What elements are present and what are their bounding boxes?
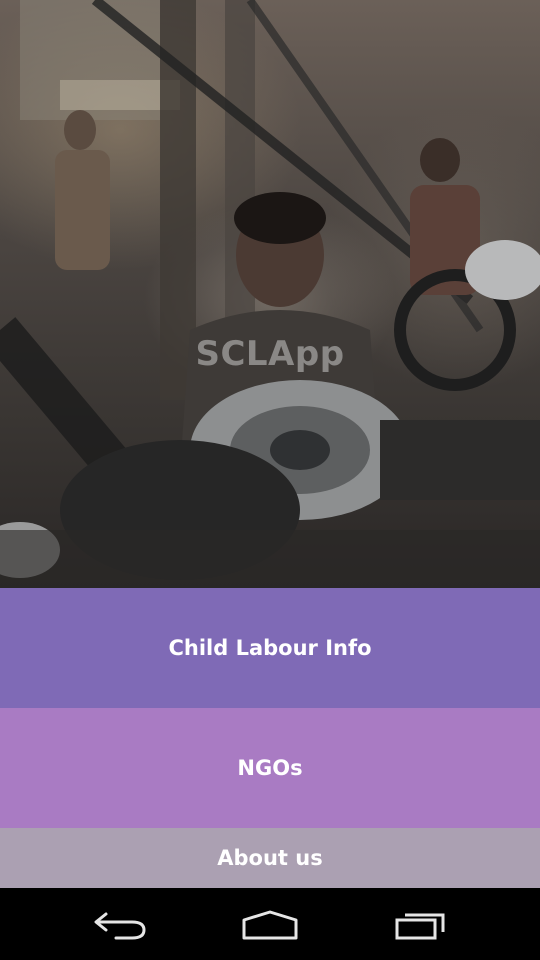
about-us-label: About us — [217, 846, 323, 870]
ngos-button[interactable]: NGOs — [0, 708, 540, 828]
recent-apps-icon[interactable] — [393, 908, 451, 942]
about-us-button[interactable]: About us — [0, 828, 540, 888]
back-icon[interactable] — [92, 908, 148, 942]
child-labour-info-label: Child Labour Info — [168, 636, 372, 660]
hero-image: SCLApp — [0, 0, 540, 588]
hero-illustration — [0, 0, 540, 588]
ngos-label: NGOs — [237, 756, 303, 780]
system-navigation-bar — [0, 888, 540, 960]
child-labour-info-button[interactable]: Child Labour Info — [0, 588, 540, 708]
app-watermark-title: SCLApp — [195, 334, 345, 374]
home-icon[interactable] — [240, 908, 300, 942]
